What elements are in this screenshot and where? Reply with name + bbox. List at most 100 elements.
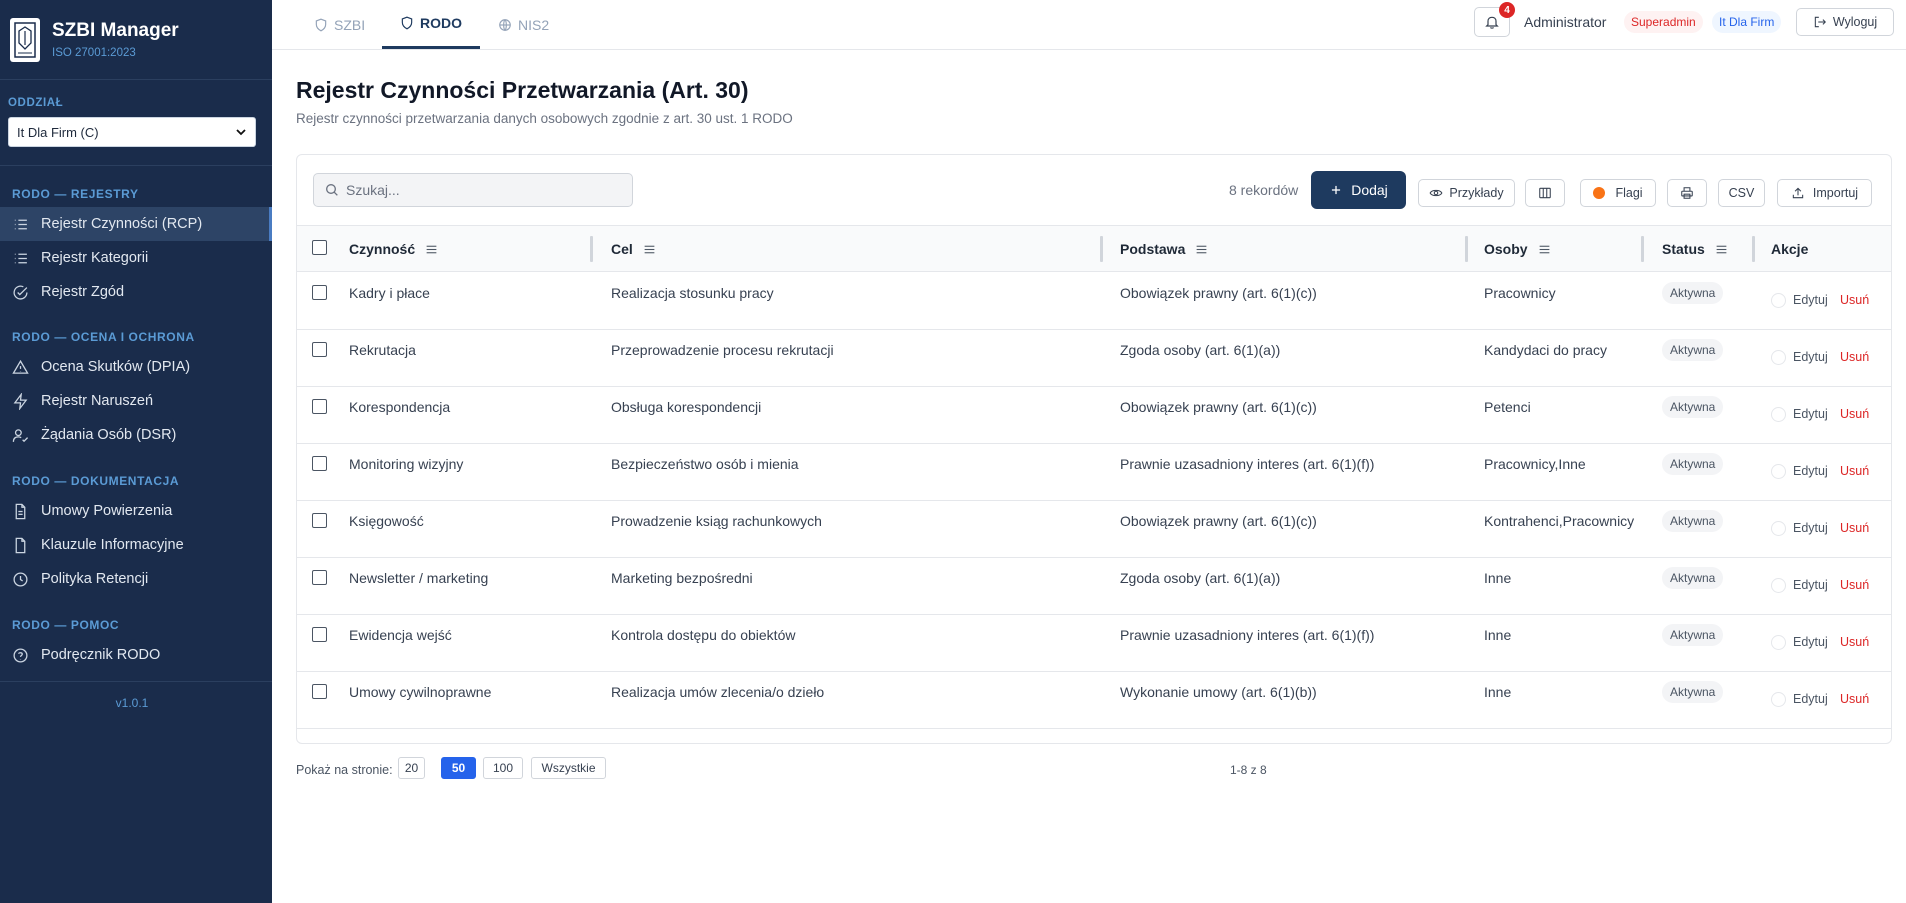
delete-link[interactable]: Usuń bbox=[1840, 464, 1869, 478]
logout-label: Wyloguj bbox=[1832, 15, 1878, 29]
search-input[interactable]: Szukaj... bbox=[313, 173, 633, 207]
column-menu-icon[interactable] bbox=[643, 243, 656, 256]
table-row[interactable]: Księgowość Prowadzenie ksiąg rachunkowych… bbox=[297, 501, 1891, 558]
sidebar-item-naruszen[interactable]: Rejestr Naruszeń bbox=[0, 384, 272, 418]
column-resize-handle[interactable] bbox=[1752, 236, 1755, 262]
edit-link[interactable]: Edytuj bbox=[1793, 521, 1828, 535]
columns-button[interactable] bbox=[1525, 179, 1565, 207]
row-checkbox[interactable] bbox=[312, 684, 327, 699]
edit-link[interactable]: Edytuj bbox=[1793, 293, 1828, 307]
row-checkbox[interactable] bbox=[312, 570, 327, 585]
sidebar-item-kategorii[interactable]: Rejestr Kategorii bbox=[0, 241, 272, 275]
page-size-50-button[interactable]: 50 bbox=[441, 757, 476, 779]
row-flag-radio[interactable] bbox=[1771, 407, 1786, 422]
column-resize-handle[interactable] bbox=[1641, 236, 1644, 262]
csv-button[interactable]: CSV bbox=[1718, 179, 1765, 207]
delete-link[interactable]: Usuń bbox=[1840, 692, 1869, 706]
brand[interactable]: SZBI Manager ISO 27001:2023 bbox=[0, 0, 272, 80]
row-flag-radio[interactable] bbox=[1771, 350, 1786, 365]
column-menu-icon[interactable] bbox=[425, 243, 438, 256]
row-checkbox[interactable] bbox=[312, 342, 327, 357]
table-row[interactable]: Kadry i płace Realizacja stosunku pracy Ob… bbox=[297, 273, 1891, 330]
status-badge: Aktywna bbox=[1662, 567, 1724, 589]
page-size-100-button[interactable]: 100 bbox=[483, 757, 523, 779]
column-header-persons[interactable]: Osoby bbox=[1484, 226, 1551, 272]
flag-dot-icon bbox=[1593, 187, 1606, 199]
cell-persons: Inne bbox=[1484, 627, 1512, 643]
sidebar-item-zgod[interactable]: Rejestr Zgód bbox=[0, 275, 272, 309]
add-button[interactable]: Dodaj bbox=[1311, 171, 1406, 209]
column-header-label: Cel bbox=[611, 241, 633, 257]
row-flag-radio[interactable] bbox=[1771, 293, 1786, 308]
row-checkbox[interactable] bbox=[312, 456, 327, 471]
column-header-basis[interactable]: Podstawa bbox=[1120, 226, 1208, 272]
flags-button[interactable]: Flagi bbox=[1580, 179, 1656, 207]
row-flag-radio[interactable] bbox=[1771, 521, 1786, 536]
sidebar-item-retencji[interactable]: Polityka Retencji bbox=[0, 562, 272, 596]
row-flag-radio[interactable] bbox=[1771, 464, 1786, 479]
document-icon bbox=[15, 537, 26, 553]
edit-link[interactable]: Edytuj bbox=[1793, 692, 1828, 706]
globe-icon bbox=[499, 18, 511, 31]
column-header-purpose[interactable]: Cel bbox=[611, 226, 656, 272]
delete-link[interactable]: Usuń bbox=[1840, 293, 1869, 307]
examples-button[interactable]: Przykłady bbox=[1418, 179, 1515, 207]
column-resize-handle[interactable] bbox=[1100, 236, 1103, 262]
notifications-button[interactable]: 4 bbox=[1474, 2, 1515, 37]
delete-link[interactable]: Usuń bbox=[1840, 578, 1869, 592]
shield-icon bbox=[315, 18, 327, 31]
oddzial-select[interactable]: It Dla Firm (C) bbox=[8, 117, 256, 147]
role-badge: Superadmin bbox=[1624, 11, 1703, 33]
row-flag-radio[interactable] bbox=[1771, 635, 1786, 650]
column-resize-handle[interactable] bbox=[590, 236, 593, 262]
column-menu-icon[interactable] bbox=[1538, 243, 1551, 256]
page-size-20-button[interactable]: 20 bbox=[398, 757, 425, 779]
delete-link[interactable]: Usuń bbox=[1840, 521, 1869, 535]
sidebar-item-rcp[interactable]: Rejestr Czynności (RCP) bbox=[0, 207, 272, 241]
page-size-all-button[interactable]: Wszystkie bbox=[531, 757, 606, 779]
table-row[interactable]: Newsletter / marketing Marketing bezpośre… bbox=[297, 558, 1891, 615]
table-row[interactable]: Umowy cywilnoprawne Realizacja umów zlece… bbox=[297, 672, 1891, 729]
tab-szbi[interactable]: SZBI bbox=[314, 0, 365, 49]
print-button[interactable] bbox=[1667, 179, 1707, 207]
row-checkbox[interactable] bbox=[312, 627, 327, 642]
row-flag-radio[interactable] bbox=[1771, 578, 1786, 593]
tab-nis2[interactable]: NIS2 bbox=[498, 0, 549, 49]
column-resize-handle[interactable] bbox=[1465, 236, 1468, 262]
table-row[interactable]: Rekrutacja Przeprowadzenie procesu rekrut… bbox=[297, 330, 1891, 387]
row-checkbox[interactable] bbox=[312, 513, 327, 528]
edit-link[interactable]: Edytuj bbox=[1793, 464, 1828, 478]
sidebar-item-umowy[interactable]: Umowy Powierzenia bbox=[0, 494, 272, 528]
sidebar-item-dpia[interactable]: Ocena Skutków (DPIA) bbox=[0, 350, 272, 384]
delete-link[interactable]: Usuń bbox=[1840, 350, 1869, 364]
add-button-label: Dodaj bbox=[1351, 182, 1388, 198]
cell-basis: Wykonanie umowy (art. 6(1)(b)) bbox=[1120, 684, 1317, 700]
table-row[interactable]: Ewidencja wejść Kontrola dostępu do obiek… bbox=[297, 615, 1891, 672]
sidebar-item-podrecznik[interactable]: Podręcznik RODO bbox=[0, 638, 272, 672]
edit-link[interactable]: Edytuj bbox=[1793, 635, 1828, 649]
table-row[interactable]: Monitoring wizyjny Bezpieczeństwo osób i … bbox=[297, 444, 1891, 501]
import-button[interactable]: Importuj bbox=[1777, 179, 1872, 207]
edit-link[interactable]: Edytuj bbox=[1793, 578, 1828, 592]
edit-link[interactable]: Edytuj bbox=[1793, 407, 1828, 421]
column-header-activity[interactable]: Czynność bbox=[349, 226, 438, 272]
row-checkbox[interactable] bbox=[312, 285, 327, 300]
sidebar-item-klauzule[interactable]: Klauzule Informacyjne bbox=[0, 528, 272, 562]
logout-button[interactable]: Wyloguj bbox=[1796, 8, 1894, 36]
cell-activity: Ewidencja wejść bbox=[349, 627, 452, 643]
row-checkbox[interactable] bbox=[312, 399, 327, 414]
import-button-label: Importuj bbox=[1812, 186, 1859, 200]
row-flag-radio[interactable] bbox=[1771, 692, 1786, 707]
column-menu-icon[interactable] bbox=[1195, 243, 1208, 256]
select-all-checkbox[interactable] bbox=[312, 240, 327, 255]
cell-purpose: Bezpieczeństwo osób i mienia bbox=[611, 456, 799, 472]
tab-rodo[interactable]: RODO bbox=[382, 0, 480, 49]
column-header-status[interactable]: Status bbox=[1662, 226, 1728, 272]
edit-link[interactable]: Edytuj bbox=[1793, 350, 1828, 364]
table-row[interactable]: Korespondencja Obsługa korespondencji Obow… bbox=[297, 387, 1891, 444]
column-menu-icon[interactable] bbox=[1715, 243, 1728, 256]
sidebar-item-dsr[interactable]: Żądania Osób (DSR) bbox=[0, 418, 272, 452]
sidebar-divider bbox=[0, 165, 272, 166]
delete-link[interactable]: Usuń bbox=[1840, 635, 1869, 649]
delete-link[interactable]: Usuń bbox=[1840, 407, 1869, 421]
